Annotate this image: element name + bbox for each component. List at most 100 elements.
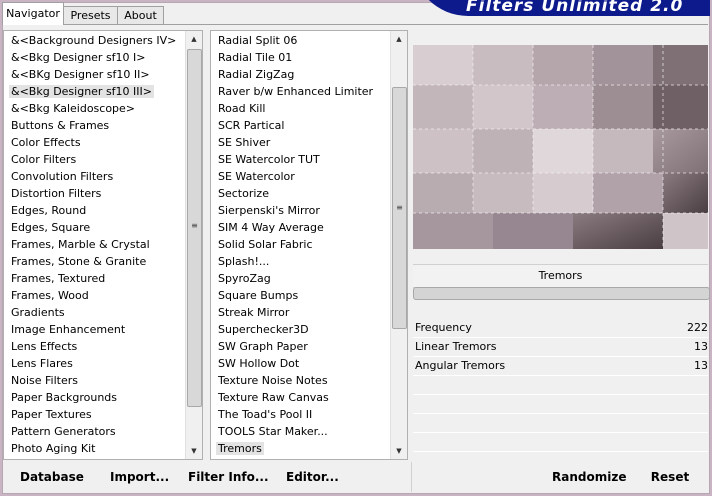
filter-item[interactable]: SE Shiver: [211, 134, 389, 151]
filter-item[interactable]: SW Hollow Dot: [211, 355, 389, 372]
category-item-label: Color Filters: [11, 153, 77, 166]
tab-presets[interactable]: Presets: [63, 6, 118, 24]
category-listbox[interactable]: &<Background Designers IV> &<Bkg Designer…: [3, 30, 203, 460]
category-item[interactable]: Color Filters: [4, 151, 186, 168]
filter-listbox[interactable]: Radial Split 06 Radial Tile 01 Radial ZigZ…: [210, 30, 408, 460]
filter-item[interactable]: SE Watercolor: [211, 168, 389, 185]
filter-item[interactable]: SpyroZag: [211, 270, 389, 287]
category-item[interactable]: &<Background Designers IV>: [4, 32, 186, 49]
category-item[interactable]: Photo Aging Kit: [4, 440, 186, 457]
category-item-label: Paper Backgrounds: [11, 391, 118, 404]
tab-about[interactable]: About: [117, 6, 164, 24]
scroll-down-arrow-icon[interactable]: ▼: [186, 443, 202, 459]
parameter-row[interactable]: Frequency 222: [413, 319, 708, 338]
filter-item[interactable]: Square Bumps: [211, 287, 389, 304]
filter-item-label: Sectorize: [218, 187, 269, 200]
filter-item[interactable]: Streak Mirror: [211, 304, 389, 321]
scroll-down-arrow-icon[interactable]: ▼: [391, 443, 407, 459]
scroll-up-arrow-icon[interactable]: ▲: [391, 31, 407, 47]
category-item-label: Lens Flares: [11, 357, 73, 370]
grip-icon: ≡: [191, 221, 198, 230]
category-item[interactable]: &<Bkg Kaleidoscope>: [4, 100, 186, 117]
filter-item[interactable]: Raver b/w Enhanced Limiter: [211, 83, 389, 100]
category-item[interactable]: Convolution Filters: [4, 168, 186, 185]
filter-item[interactable]: Tremors: [211, 440, 389, 457]
editor-button[interactable]: Editor...: [286, 466, 339, 488]
parameter-value[interactable]: 222: [687, 319, 708, 337]
filter-item[interactable]: Superchecker3D: [211, 321, 389, 338]
filter-item-label: SIM 4 Way Average: [218, 221, 324, 234]
filter-item[interactable]: Radial ZigZag: [211, 66, 389, 83]
import-button[interactable]: Import...: [110, 466, 169, 488]
filter-scrollbar[interactable]: ▲ ≡ ▼: [390, 31, 407, 459]
parameter-label: Frequency: [415, 321, 472, 334]
randomize-button[interactable]: Randomize: [552, 466, 626, 488]
category-item[interactable]: Edges, Square: [4, 219, 186, 236]
filter-item[interactable]: SCR Partical: [211, 117, 389, 134]
category-item-label: Lens Effects: [11, 340, 78, 353]
filter-item[interactable]: SE Watercolor TUT: [211, 151, 389, 168]
filter-item-label: Superchecker3D: [218, 323, 309, 336]
category-item-label: Frames, Textured: [11, 272, 106, 285]
category-item[interactable]: Buttons & Frames: [4, 117, 186, 134]
category-item-label: Edges, Round: [11, 204, 87, 217]
category-item[interactable]: Frames, Textured: [4, 270, 186, 287]
category-item[interactable]: Noise Filters: [4, 372, 186, 389]
parameter-list: Frequency 222 Linear Tremors 13 Angular …: [413, 319, 708, 452]
category-item[interactable]: Distortion Filters: [4, 185, 186, 202]
category-item[interactable]: Frames, Wood: [4, 287, 186, 304]
filter-item[interactable]: Texture Noise Notes: [211, 372, 389, 389]
category-item-label: Pattern Generators: [11, 425, 116, 438]
filter-scroll-thumb[interactable]: ≡: [392, 87, 407, 329]
category-item[interactable]: Frames, Stone & Granite: [4, 253, 186, 270]
filter-item-label: Tremors: [216, 442, 264, 455]
category-item[interactable]: &<Bkg Designer sf10 I>: [4, 49, 186, 66]
scroll-up-arrow-icon[interactable]: ▲: [186, 31, 202, 47]
filter-item-label: Streak Mirror: [218, 306, 290, 319]
category-item[interactable]: Image Enhancement: [4, 321, 186, 338]
filter-item-label: SpyroZag: [218, 272, 271, 285]
category-item[interactable]: Lens Flares: [4, 355, 186, 372]
parameter-row[interactable]: Angular Tremors 13: [413, 357, 708, 376]
category-item-label: Buttons & Frames: [11, 119, 110, 132]
category-item[interactable]: Edges, Round: [4, 202, 186, 219]
current-filter-name: Tremors: [413, 264, 708, 288]
filter-item[interactable]: TOOLS Star Maker...: [211, 423, 389, 440]
category-item[interactable]: Lens Effects: [4, 338, 186, 355]
filter-item-label: Raver b/w Enhanced Limiter: [218, 85, 374, 98]
filter-item[interactable]: Splash!...: [211, 253, 389, 270]
filter-item[interactable]: SIM 4 Way Average: [211, 219, 389, 236]
category-item[interactable]: Paper Backgrounds: [4, 389, 186, 406]
category-scrollbar[interactable]: ▲ ≡ ▼: [185, 31, 202, 459]
tab-navigator[interactable]: Navigator: [2, 2, 64, 25]
category-item[interactable]: Color Effects: [4, 134, 186, 151]
category-scroll-thumb[interactable]: ≡: [187, 49, 202, 407]
filter-info-button[interactable]: Filter Info...: [188, 466, 269, 488]
parameter-row[interactable]: Linear Tremors 13: [413, 338, 708, 357]
category-item[interactable]: &<Bkg Designer sf10 III>: [4, 83, 186, 100]
database-button[interactable]: Database: [20, 466, 84, 488]
filter-item[interactable]: Radial Tile 01: [211, 49, 389, 66]
parameter-label: Angular Tremors: [415, 359, 506, 372]
category-item[interactable]: Frames, Marble & Crystal: [4, 236, 186, 253]
filter-item[interactable]: Road Kill: [211, 100, 389, 117]
filter-item-label: Radial ZigZag: [218, 68, 295, 81]
filter-item[interactable]: Solid Solar Fabric: [211, 236, 389, 253]
category-item[interactable]: Paper Textures: [4, 406, 186, 423]
parameter-value[interactable]: 13: [694, 338, 708, 356]
category-item-label: Paper Textures: [11, 408, 92, 421]
reset-button[interactable]: Reset: [650, 466, 690, 488]
control-slider[interactable]: [413, 287, 710, 300]
category-item-label: Color Effects: [11, 136, 81, 149]
filter-item[interactable]: Radial Split 06: [211, 32, 389, 49]
filter-item[interactable]: Sierpenski's Mirror: [211, 202, 389, 219]
filter-item[interactable]: Texture Raw Canvas: [211, 389, 389, 406]
parameter-value[interactable]: 13: [694, 357, 708, 375]
filter-item[interactable]: The Toad's Pool II: [211, 406, 389, 423]
category-item[interactable]: &<BKg Designer sf10 II>: [4, 66, 186, 83]
category-item[interactable]: Gradients: [4, 304, 186, 321]
filter-item[interactable]: Sectorize: [211, 185, 389, 202]
category-item[interactable]: Pattern Generators: [4, 423, 186, 440]
banner-title: Filters Unlimited 2.0: [466, 0, 684, 16]
filter-item[interactable]: SW Graph Paper: [211, 338, 389, 355]
